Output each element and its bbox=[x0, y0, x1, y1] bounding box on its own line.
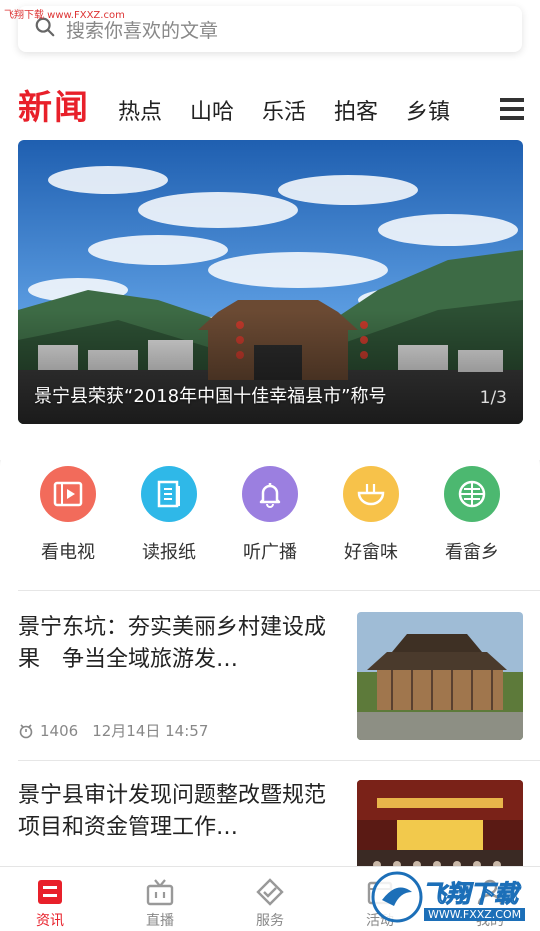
nav-label: 资讯 bbox=[36, 913, 64, 929]
nav-label: 直播 bbox=[146, 913, 174, 929]
emblem-icon bbox=[444, 466, 500, 522]
divider bbox=[18, 590, 540, 591]
nav-item-live[interactable]: 直播 bbox=[120, 873, 200, 930]
nav-item-news[interactable]: 资讯 bbox=[10, 873, 90, 930]
watermark-text: 飞翔下载 www.FXXZ.com bbox=[4, 10, 125, 21]
news-date: 12月14日 14:57 bbox=[92, 722, 209, 740]
quick-entry-food[interactable]: 好畲味 bbox=[321, 466, 421, 564]
tab-township[interactable]: 乡镇 bbox=[406, 94, 450, 126]
newspaper-icon bbox=[141, 466, 197, 522]
news-view-count: 1406 bbox=[40, 721, 79, 740]
watermark-logo-text: 飞翔下载 bbox=[422, 880, 519, 909]
watermark-emblem-icon bbox=[371, 871, 423, 923]
channel-brand-news[interactable]: 新闻 bbox=[18, 80, 90, 129]
news-icon bbox=[38, 880, 62, 904]
quick-entry-label: 听广播 bbox=[243, 542, 297, 563]
tab-hot[interactable]: 热点 bbox=[118, 94, 162, 126]
bowl-icon bbox=[343, 466, 399, 522]
quick-entry-tv[interactable]: 看电视 bbox=[18, 466, 118, 564]
divider bbox=[18, 760, 540, 761]
banner-page-indicator: 1/3 bbox=[479, 388, 507, 408]
quick-entry-hometown[interactable]: 看畲乡 bbox=[422, 466, 522, 564]
tv-icon bbox=[40, 466, 96, 522]
tab-paike[interactable]: 拍客 bbox=[334, 94, 378, 126]
menu-icon[interactable] bbox=[500, 98, 524, 120]
news-item[interactable]: 景宁县审计发现问题整改暨规范项目和资金管理工作… bbox=[0, 780, 540, 868]
tab-shanha[interactable]: 山哈 bbox=[190, 94, 234, 126]
tab-lehuo[interactable]: 乐活 bbox=[262, 94, 306, 126]
nav-label: 服务 bbox=[256, 913, 284, 929]
news-meta: 1406 12月14日 14:57 bbox=[18, 720, 208, 741]
news-item[interactable]: 景宁东坑：夯实美丽乡村建设成果 争当全域旅游发… 1406 12月14日 14:… bbox=[0, 612, 540, 772]
quick-entry-label: 看电视 bbox=[41, 542, 95, 563]
news-title: 景宁东坑：夯实美丽乡村建设成果 争当全域旅游发… bbox=[18, 615, 327, 672]
service-icon bbox=[256, 878, 284, 906]
content-card: 看电视 读报纸 听广播 好畲味 看畲乡 景宁东坑：夯实美丽乡村建设成果 争当全域… bbox=[0, 448, 540, 868]
quick-entry-label: 好畲味 bbox=[344, 542, 398, 563]
news-thumbnail bbox=[357, 780, 523, 868]
banner-carousel[interactable]: 景宁县荣获“2018年中国十佳幸福县市”称号 1/3 bbox=[18, 140, 523, 424]
news-thumbnail bbox=[357, 612, 523, 740]
quick-entry-newspaper[interactable]: 读报纸 bbox=[119, 466, 219, 564]
quick-entry-radio[interactable]: 听广播 bbox=[220, 466, 320, 564]
nav-item-service[interactable]: 服务 bbox=[230, 873, 310, 930]
quick-entry-label: 看畲乡 bbox=[445, 542, 499, 563]
bell-icon bbox=[242, 466, 298, 522]
channel-bar: 新闻 热点 山哈 乐活 拍客 乡镇 bbox=[0, 78, 540, 132]
watermark-logo-url: WWW.FXXZ.COM bbox=[424, 908, 526, 921]
watermark-logo: 飞翔下载 WWW.FXXZ.COM bbox=[366, 868, 536, 928]
news-title: 景宁县审计发现问题整改暨规范项目和资金管理工作… bbox=[18, 783, 327, 840]
views-icon bbox=[19, 723, 33, 738]
banner-caption: 景宁县荣获“2018年中国十佳幸福县市”称号 bbox=[34, 386, 387, 407]
quick-entry-label: 读报纸 bbox=[142, 542, 196, 563]
tv-live-icon bbox=[146, 879, 174, 906]
